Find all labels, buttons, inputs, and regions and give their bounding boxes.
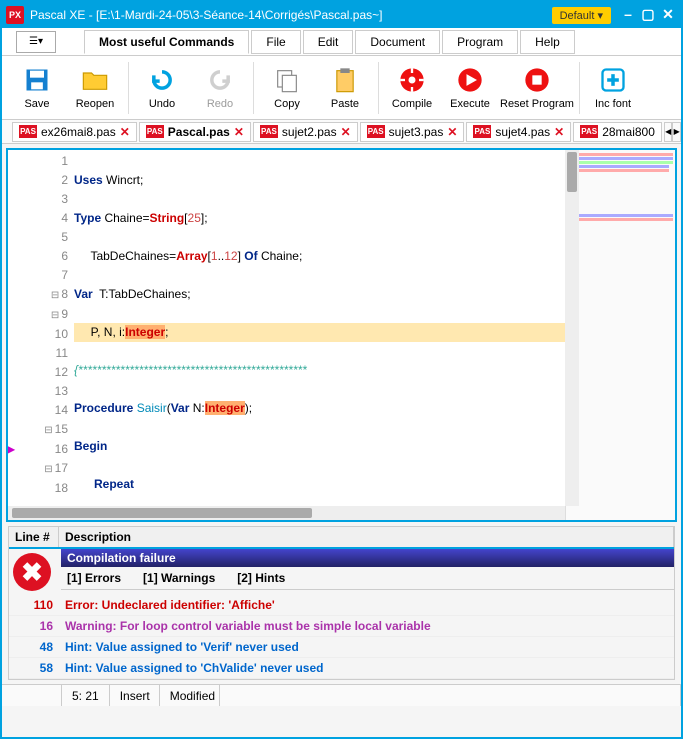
error-row[interactable]: 58Hint: Value assigned to 'ChValide' nev… bbox=[9, 658, 674, 679]
redo-button[interactable]: Redo bbox=[191, 66, 249, 110]
error-row[interactable]: 110Error: Undeclared identifier: 'Affich… bbox=[9, 595, 674, 616]
plus-icon bbox=[599, 66, 627, 94]
theme-selector[interactable]: Default ▾ bbox=[552, 7, 611, 24]
gear-icon bbox=[398, 66, 426, 94]
pascal-file-icon: PAS bbox=[146, 125, 164, 138]
close-button[interactable]: ✕ bbox=[659, 6, 677, 24]
pascal-file-icon: PAS bbox=[580, 125, 598, 138]
minimize-button[interactable]: – bbox=[619, 6, 637, 24]
stop-icon bbox=[523, 66, 551, 94]
app-menu-button[interactable]: ☰▾ bbox=[16, 31, 56, 53]
file-tab[interactable]: PASsujet4.pas✕ bbox=[466, 122, 571, 142]
file-tab[interactable]: PAS28mai800 bbox=[573, 122, 662, 142]
compilation-failure-banner: Compilation failure bbox=[61, 549, 674, 567]
status-bar: 5: 21 Insert Modified bbox=[2, 684, 681, 706]
error-row[interactable]: 48Hint: Value assigned to 'Verif' never … bbox=[9, 637, 674, 658]
floppy-icon bbox=[23, 66, 51, 94]
ribbon-tab-edit[interactable]: Edit bbox=[303, 30, 354, 54]
errors-col-desc: Description bbox=[59, 527, 674, 547]
save-button[interactable]: Save bbox=[8, 66, 66, 110]
file-tab[interactable]: PASsujet2.pas✕ bbox=[253, 122, 358, 142]
undo-button[interactable]: Undo bbox=[133, 66, 191, 110]
status-cursor-pos: 5: 21 bbox=[62, 685, 110, 706]
ribbon-tab-document[interactable]: Document bbox=[355, 30, 440, 54]
window-title: Pascal XE - [E:\1-Mardi-24-05\3-Séance-1… bbox=[30, 8, 552, 22]
pascal-file-icon: PAS bbox=[367, 125, 385, 138]
code-editor[interactable]: 1234567⊟8⊟91011121314⊟15▶16⊟1718 Uses Wi… bbox=[6, 148, 677, 522]
file-tab-bar: PASex26mai8.pas✕ PASPascal.pas✕ PASsujet… bbox=[2, 120, 681, 144]
pascal-file-icon: PAS bbox=[19, 125, 37, 138]
maximize-button[interactable]: ▢ bbox=[639, 6, 657, 24]
undo-icon bbox=[148, 66, 176, 94]
paste-button[interactable]: Paste bbox=[316, 66, 374, 110]
error-row[interactable]: 16Warning: For loop control variable mus… bbox=[9, 616, 674, 637]
copy-button[interactable]: Copy bbox=[258, 66, 316, 110]
close-tab-icon[interactable]: ✕ bbox=[234, 125, 244, 139]
editor-hscrollbar[interactable] bbox=[8, 506, 565, 520]
ribbon-tab-program[interactable]: Program bbox=[442, 30, 518, 54]
pascal-file-icon: PAS bbox=[260, 125, 278, 138]
ribbon-tab-commands[interactable]: Most useful Commands bbox=[84, 30, 249, 54]
compile-button[interactable]: Compile bbox=[383, 66, 441, 110]
error-summary: [1] Errors[1] Warnings[2] Hints bbox=[61, 567, 674, 590]
close-tab-icon[interactable]: ✕ bbox=[120, 125, 130, 139]
reset-button[interactable]: Reset Program bbox=[499, 66, 575, 110]
error-panel: Line # Description ✖ Compilation failure… bbox=[8, 526, 675, 680]
incfont-button[interactable]: Inc font bbox=[584, 66, 642, 110]
reopen-button[interactable]: Reopen bbox=[66, 66, 124, 110]
folder-icon bbox=[81, 66, 109, 94]
close-tab-icon[interactable]: ✕ bbox=[447, 125, 457, 139]
tab-scroll-right[interactable]: ▶ bbox=[672, 122, 681, 142]
pascal-file-icon: PAS bbox=[473, 125, 491, 138]
copy-icon bbox=[273, 66, 301, 94]
file-tab[interactable]: PASsujet3.pas✕ bbox=[360, 122, 465, 142]
editor-vscrollbar[interactable] bbox=[565, 150, 579, 506]
status-modified: Modified bbox=[160, 685, 220, 706]
close-tab-icon[interactable]: ✕ bbox=[554, 125, 564, 139]
errors-col-line: Line # bbox=[9, 527, 59, 547]
tab-scroll-left[interactable]: ◀ bbox=[664, 122, 673, 142]
ribbon-tab-file[interactable]: File bbox=[251, 30, 300, 54]
minimap[interactable] bbox=[565, 150, 675, 520]
code-text[interactable]: Uses Wincrt; Type Chaine=String[25]; Tab… bbox=[74, 150, 565, 520]
file-tab[interactable]: PASex26mai8.pas✕ bbox=[12, 122, 137, 142]
status-insert-mode: Insert bbox=[110, 685, 160, 706]
close-tab-icon[interactable]: ✕ bbox=[341, 125, 351, 139]
error-icon: ✖ bbox=[13, 553, 51, 591]
redo-icon bbox=[206, 66, 234, 94]
play-icon bbox=[456, 66, 484, 94]
paste-icon bbox=[331, 66, 359, 94]
execute-button[interactable]: Execute bbox=[441, 66, 499, 110]
file-tab[interactable]: PASPascal.pas✕ bbox=[139, 122, 251, 142]
app-icon: PX bbox=[6, 6, 24, 24]
line-number-gutter: 1234567⊟8⊟91011121314⊟15▶16⊟1718 bbox=[8, 150, 74, 520]
ribbon-tab-help[interactable]: Help bbox=[520, 30, 575, 54]
